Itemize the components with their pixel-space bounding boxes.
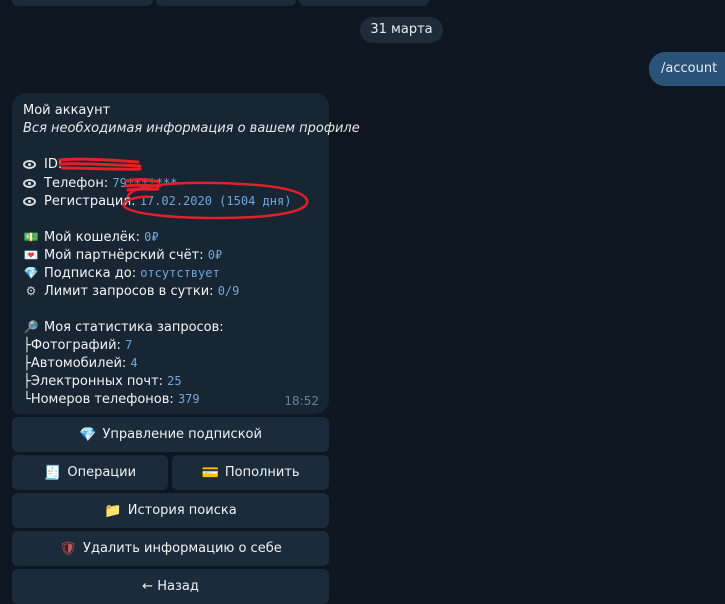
manage-subscription-label: Управление подпиской xyxy=(102,427,262,442)
stats-row: ├Автомобилей: 4 xyxy=(23,354,319,372)
phone-label: Телефон: xyxy=(44,176,109,191)
partner-value[interactable]: 0₽ xyxy=(208,248,222,262)
credit-card-icon: 💳 xyxy=(201,464,219,481)
search-history-button[interactable]: 📁 История поиска xyxy=(12,493,329,528)
top-up-label: Пополнить xyxy=(224,465,300,480)
tree-branch: ├ xyxy=(23,374,31,389)
envelope-money-icon: 💌 xyxy=(23,248,39,262)
stats-title: Моя статистика запросов: xyxy=(44,320,224,335)
folder-icon: 📁 xyxy=(104,502,122,519)
search-history-label: История поиска xyxy=(127,503,237,518)
registration-value[interactable]: 17.02.2020 (1504 дня) xyxy=(140,194,292,208)
message-time: 18:52 xyxy=(284,394,319,408)
banknote-icon: 💵 xyxy=(23,230,39,244)
top-up-button[interactable]: 💳 Пополнить xyxy=(172,455,329,490)
stats-label: Фотографий: xyxy=(30,338,121,353)
delete-info-button[interactable]: 🛡 Удалить информацию о себе xyxy=(12,531,329,566)
stats-row: └Номеров телефонов: 379 xyxy=(23,390,319,408)
shield-icon: 🛡 xyxy=(59,540,78,557)
receipt-icon: 🧾 xyxy=(43,464,62,481)
stats-label: Автомобилей: xyxy=(30,356,127,371)
account-subtitle: Вся необходимая информация о вашем профи… xyxy=(23,121,360,136)
gem-icon: 💎 xyxy=(79,426,97,443)
back-label: ← Назад xyxy=(142,579,199,594)
stats-value[interactable]: 7 xyxy=(125,338,132,352)
previous-keyboard-button[interactable] xyxy=(299,0,429,6)
subscription-label: Подписка до: xyxy=(44,266,137,281)
phone-value[interactable]: 79******* xyxy=(112,176,177,190)
stats-value[interactable]: 25 xyxy=(167,374,181,388)
subscription-value[interactable]: отсутствует xyxy=(140,266,219,280)
operations-button[interactable]: 🧾 Операции xyxy=(12,455,168,490)
limit-row: ⚙ Лимит запросов в сутки: 0/9 xyxy=(23,282,319,300)
eye-icon xyxy=(23,197,36,206)
account-message[interactable]: Мой аккаунт Вся необходимая информация о… xyxy=(12,93,360,414)
account-title: Мой аккаунт xyxy=(23,103,111,118)
eye-icon xyxy=(23,160,36,169)
limit-label: Лимит запросов в сутки: xyxy=(44,284,214,299)
limit-value[interactable]: 0/9 xyxy=(218,284,240,298)
previous-keyboard-button[interactable] xyxy=(12,0,153,6)
magnifier-icon: 🔎 xyxy=(23,320,39,334)
tree-branch: └ xyxy=(23,392,31,407)
registration-label: Регистрация: xyxy=(44,194,136,209)
partner-label: Мой партнёрский счёт: xyxy=(44,248,204,263)
stats-value[interactable]: 4 xyxy=(130,356,137,370)
phone-row: Телефон: 79******* xyxy=(23,174,319,192)
wallet-label: Мой кошелёк: xyxy=(44,230,140,245)
wallet-value[interactable]: 0₽ xyxy=(144,230,158,244)
tree-branch: ├ xyxy=(23,356,31,371)
registration-row: Регистрация: 17.02.2020 (1504 дня) xyxy=(23,192,319,210)
id-label: ID: xyxy=(44,157,63,172)
id-row: ID: xyxy=(23,156,319,174)
stats-value[interactable]: 379 xyxy=(178,392,200,406)
gear-icon: ⚙ xyxy=(25,284,37,298)
operations-label: Операции xyxy=(67,465,137,480)
gem-icon: 💎 xyxy=(23,266,39,280)
stats-row: ├Электронных почт: 25 xyxy=(23,372,319,390)
subscription-row: 💎 Подписка до: отсутствует xyxy=(23,264,319,282)
stats-label: Электронных почт: xyxy=(30,374,164,389)
manage-subscription-button[interactable]: 💎 Управление подпиской xyxy=(12,417,329,452)
outgoing-message[interactable]: /account xyxy=(649,52,725,86)
previous-keyboard-button[interactable] xyxy=(156,0,296,6)
eye-icon xyxy=(23,179,36,188)
stats-title-row: 🔎 Моя статистика запросов: xyxy=(23,318,319,336)
stats-row: ├Фотографий: 7 xyxy=(23,336,319,354)
date-separator: 31 марта xyxy=(360,17,443,43)
tree-branch: ├ xyxy=(23,338,31,353)
stats-label: Номеров телефонов: xyxy=(30,392,174,407)
partner-row: 💌 Мой партнёрский счёт: 0₽ xyxy=(23,246,319,264)
delete-info-label: Удалить информацию о себе xyxy=(83,541,282,556)
wallet-row: 💵 Мой кошелёк: 0₽ xyxy=(23,228,319,246)
